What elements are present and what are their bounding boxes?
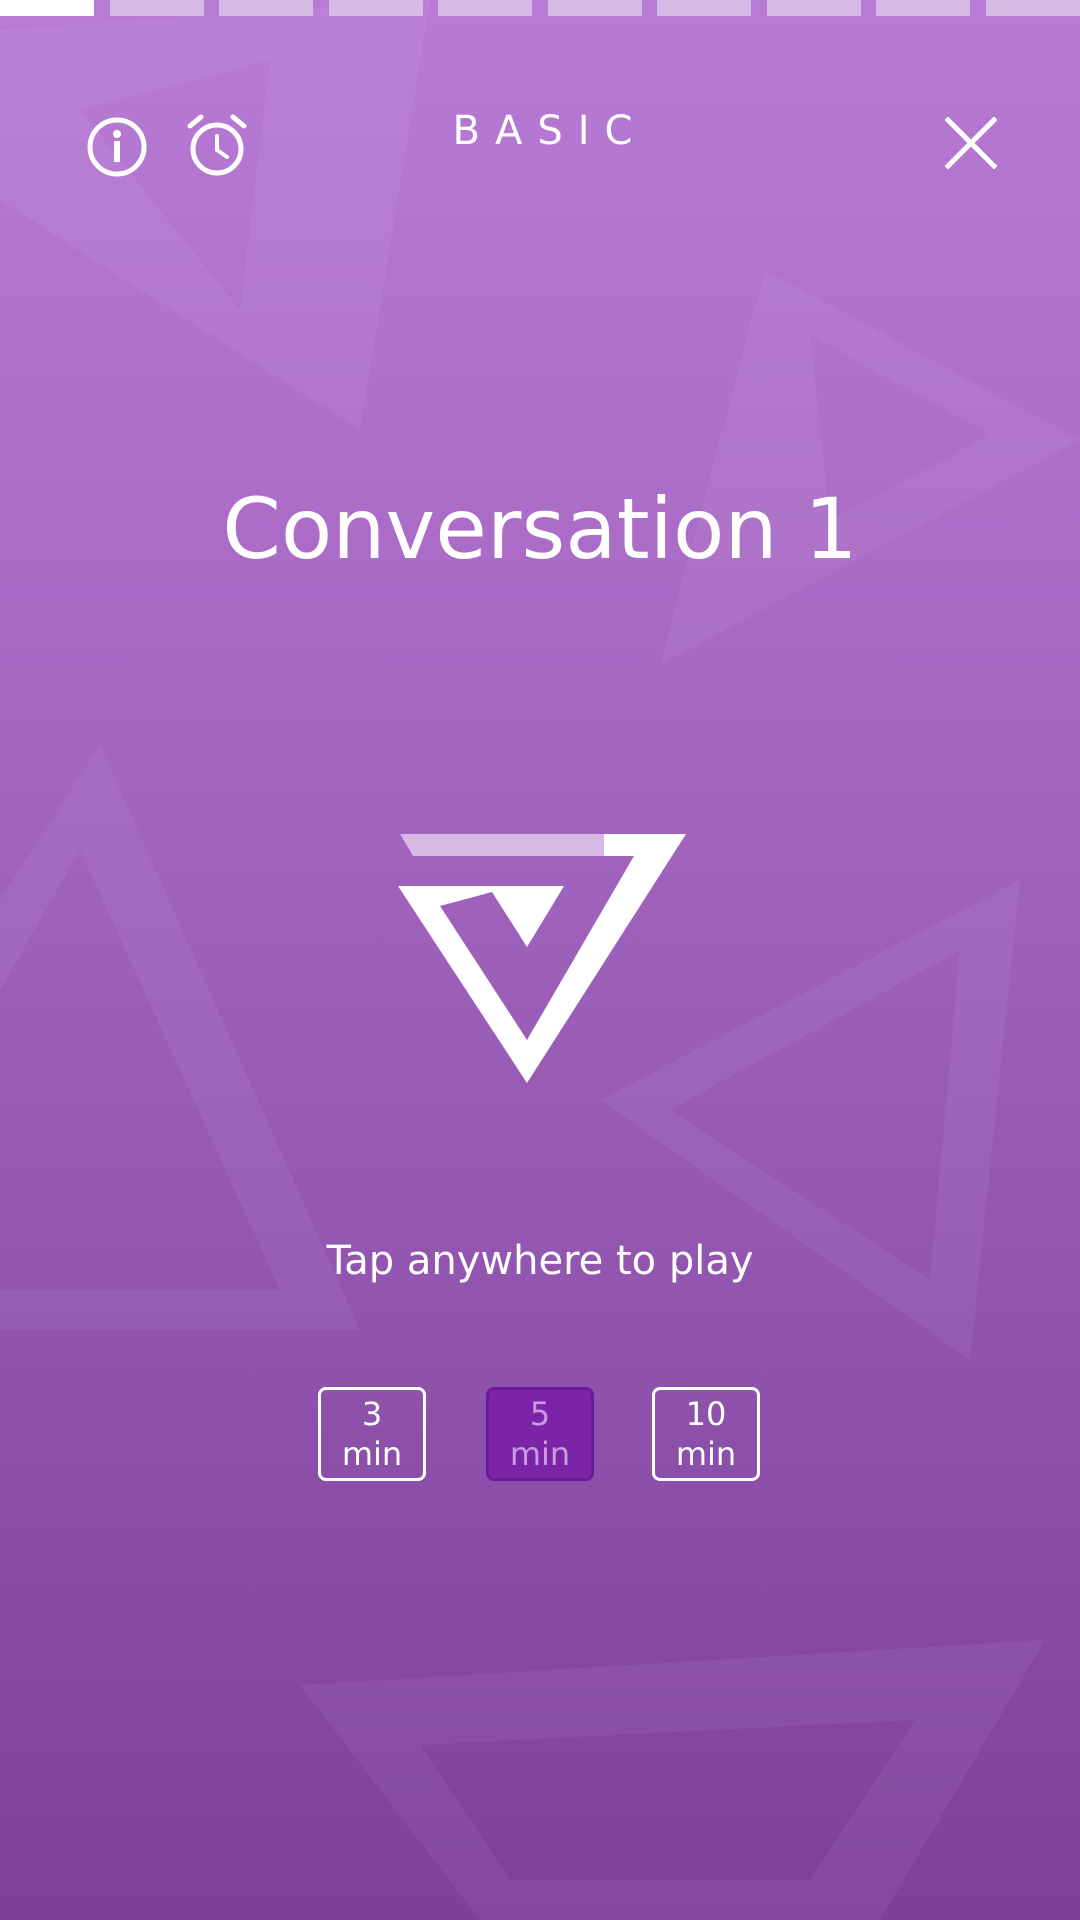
progress-segment [548, 0, 642, 16]
duration-5-min-button[interactable]: 5 min [486, 1387, 594, 1481]
conversation-title: Conversation 1 [222, 480, 858, 578]
duration-unit: min [509, 1435, 571, 1473]
level-label: BASIC [452, 108, 648, 154]
progress-segment [657, 0, 751, 16]
close-icon [945, 117, 997, 169]
duration-value: 10 [685, 1395, 727, 1433]
play-screen[interactable]: BASIC Conversation 1 Tap anywhere to pla… [0, 0, 1080, 1920]
alarm-clock-icon [187, 114, 247, 176]
timer-button[interactable] [186, 112, 248, 178]
duration-value: 5 [529, 1395, 551, 1433]
close-button[interactable] [940, 112, 1002, 174]
duration-3-min-button[interactable]: 3 min [318, 1387, 426, 1481]
duration-unit: min [341, 1435, 403, 1473]
tap-to-play-hint: Tap anywhere to play [326, 1238, 754, 1284]
duration-value: 3 [361, 1395, 383, 1433]
info-button[interactable] [86, 116, 148, 178]
triangle-logo-icon [398, 834, 686, 1083]
progress-segment [767, 0, 861, 16]
info-icon [87, 117, 147, 177]
progress-segment [986, 0, 1080, 16]
progress-segment [438, 0, 532, 16]
progress-segment [329, 0, 423, 16]
progress-segment [110, 0, 204, 16]
progress-segment [219, 0, 313, 16]
duration-unit: min [675, 1435, 737, 1473]
progress-segment [0, 0, 94, 16]
duration-10-min-button[interactable]: 10 min [652, 1387, 760, 1481]
progress-segment [876, 0, 970, 16]
progress-bar [0, 0, 1080, 16]
